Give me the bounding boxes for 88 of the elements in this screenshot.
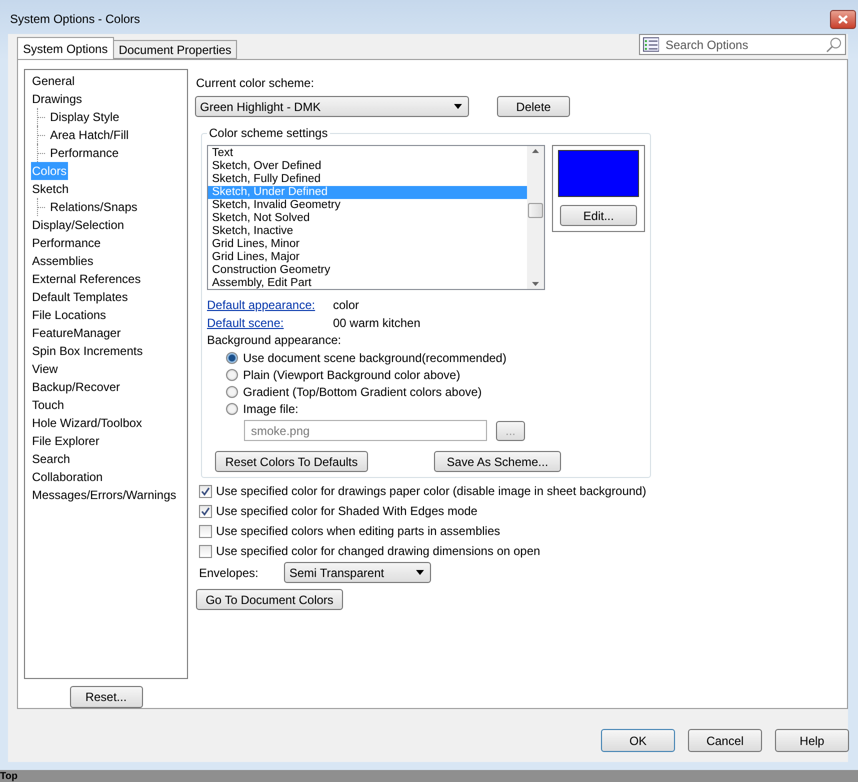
sidebar-item[interactable]: Collaboration [31, 468, 104, 486]
dialog-button[interactable]: OK [601, 729, 675, 752]
link[interactable]: Default appearance: [207, 298, 333, 312]
radio-label: Use document scene background(recommended) [243, 351, 506, 365]
reset-colors-button[interactable]: Reset Colors To Defaults [215, 451, 368, 472]
scrollbar[interactable] [527, 146, 544, 289]
search-field[interactable]: Search Options [639, 34, 846, 55]
save-scheme-button[interactable]: Save As Scheme... [434, 451, 561, 472]
sidebar-item[interactable]: Display/Selection [31, 216, 126, 234]
sidebar-item[interactable]: Drawings [31, 90, 84, 108]
sidebar-item[interactable]: Hole Wizard/Toolbox [31, 414, 144, 432]
window-title: System Options - Colors [10, 12, 140, 26]
radio-label: Image file: [243, 402, 298, 416]
radio-button[interactable] [226, 403, 238, 415]
dialog-button[interactable]: Cancel [688, 729, 762, 752]
radio-label: Plain (Viewport Background color above) [243, 368, 460, 382]
dialog-button[interactable]: Help [775, 729, 849, 752]
document-colors-button[interactable]: Go To Document Colors [196, 589, 343, 610]
group-title: Color scheme settings [207, 126, 330, 140]
sidebar-item[interactable]: Messages/Errors/Warnings [31, 486, 178, 504]
sidebar-item[interactable]: Sketch [31, 180, 70, 198]
list-item[interactable]: Text [208, 147, 528, 160]
sidebar-item[interactable]: Backup/Recover [31, 378, 122, 396]
sidebar-item[interactable]: Relations/Snaps [49, 198, 138, 216]
sidebar-item[interactable]: External References [31, 270, 142, 288]
scroll-up-icon[interactable] [532, 149, 540, 153]
sidebar-item[interactable]: Assemblies [31, 252, 94, 270]
sidebar-item[interactable]: Display Style [49, 108, 120, 126]
link-value: 00 warm kitchen [333, 316, 420, 330]
sidebar-item[interactable]: FeatureManager [31, 324, 122, 342]
tab[interactable]: System Options [17, 37, 114, 59]
checkbox[interactable] [199, 524, 212, 538]
scroll-thumb[interactable] [528, 203, 544, 218]
scheme-value: Green Highlight - DMK [200, 100, 321, 114]
tab[interactable]: Document Properties [112, 40, 238, 59]
list-item[interactable]: Sketch, Inactive [208, 225, 528, 238]
check-icon [201, 506, 210, 516]
checkbox-label: Use specified color for Shaded With Edges mode [216, 504, 478, 518]
sidebar-item[interactable]: File Locations [31, 306, 108, 324]
list-item[interactable]: Sketch, Invalid Geometry [208, 199, 528, 212]
sidebar-item[interactable]: File Explorer [31, 432, 100, 450]
close-icon [838, 14, 848, 24]
envelopes-value: Semi Transparent [289, 566, 384, 580]
list-item[interactable]: Sketch, Over Defined [208, 160, 528, 173]
sidebar-item[interactable]: Performance [49, 144, 120, 162]
sidebar-item[interactable]: Search [31, 450, 72, 468]
caret-icon [416, 570, 424, 575]
link[interactable]: Default scene: [207, 316, 333, 330]
sidebar-item[interactable]: Area Hatch/Fill [49, 126, 130, 144]
edit-button[interactable]: Edit... [560, 205, 638, 226]
checkbox-label: Use specified color for drawings paper color (disable image in sheet background) [216, 484, 646, 498]
search-input[interactable]: Search Options [663, 36, 822, 52]
list-item[interactable]: Sketch, Fully Defined [208, 173, 528, 186]
reset-button[interactable]: Reset... [70, 686, 142, 708]
sidebar-item[interactable]: Performance [31, 234, 102, 252]
caret-icon [454, 104, 462, 109]
list-icon [643, 37, 660, 52]
close-button[interactable] [830, 10, 856, 28]
radio-button[interactable] [226, 369, 238, 381]
sidebar-item[interactable]: Default Templates [31, 288, 129, 306]
list-item[interactable]: Construction Geometry [208, 264, 528, 277]
checkbox[interactable] [199, 544, 212, 558]
checkbox-label: Use specified color for changed drawing dimensions on open [216, 544, 540, 558]
radio-label: Gradient (Top/Bottom Gradient colors above) [243, 385, 482, 399]
checkbox[interactable] [199, 484, 212, 498]
status-text: Top [0, 772, 18, 782]
envelopes-label: Envelopes: [199, 566, 258, 580]
scroll-down-icon[interactable] [532, 282, 540, 286]
background-label: Background appearance: [207, 333, 342, 347]
search-icon [826, 36, 842, 52]
sidebar-item[interactable]: Spin Box Increments [31, 342, 144, 360]
scheme-label: Current color scheme: [196, 76, 314, 90]
scheme-dropdown[interactable]: Green Highlight - DMK [195, 96, 469, 117]
list-item[interactable]: Grid Lines, Major [208, 251, 528, 264]
sidebar-item[interactable]: General [31, 72, 76, 90]
delete-button[interactable]: Delete [497, 96, 570, 117]
list-item[interactable]: Assembly, Edit Part [208, 277, 528, 289]
sidebar-item[interactable]: View [31, 360, 59, 378]
radio-button[interactable] [226, 352, 238, 364]
sidebar-item[interactable]: Touch [31, 396, 66, 414]
list-item[interactable]: Sketch, Not Solved [208, 212, 528, 225]
checkbox[interactable] [199, 504, 212, 518]
checkbox-label: Use specified colors when editing parts in assemblies [216, 524, 500, 538]
list-item[interactable]: Grid Lines, Minor [208, 238, 528, 251]
envelopes-dropdown[interactable]: Semi Transparent [284, 562, 432, 583]
radio-button[interactable] [226, 386, 238, 398]
check-icon [201, 486, 210, 496]
link-value: color [333, 298, 360, 312]
